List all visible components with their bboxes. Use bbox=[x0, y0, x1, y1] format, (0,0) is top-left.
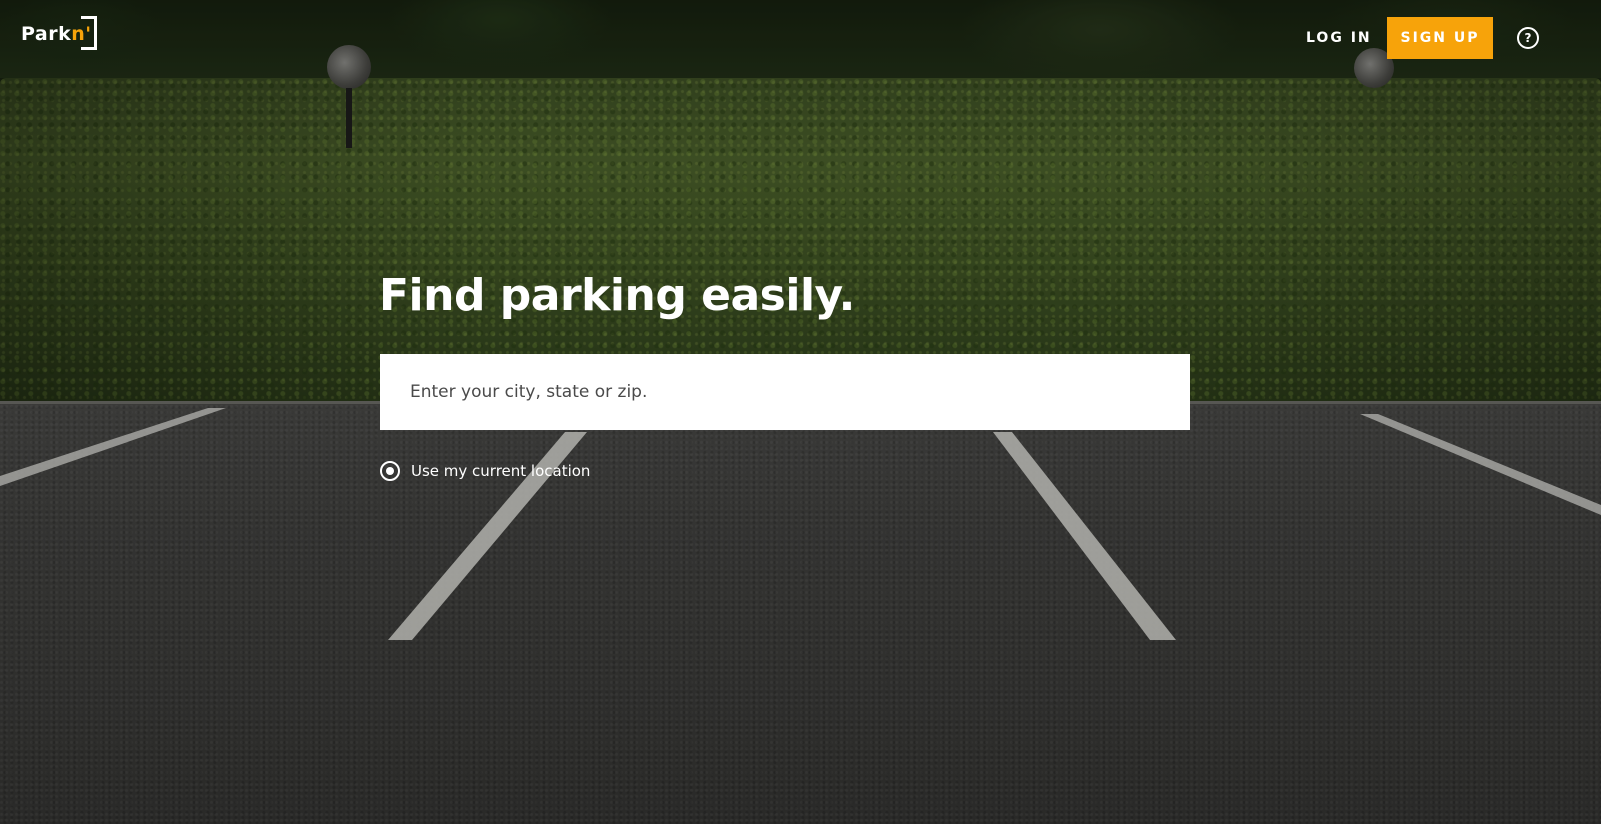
hero-title: Find parking easily. bbox=[379, 270, 855, 321]
site-header: Parkn' LOG IN SIGN UP ? bbox=[0, 0, 1601, 76]
location-radio-icon[interactable] bbox=[380, 461, 400, 481]
signup-button[interactable]: SIGN UP bbox=[1387, 17, 1493, 59]
brand-logo[interactable]: Parkn' bbox=[21, 16, 97, 52]
logo-text: Parkn' bbox=[21, 23, 92, 45]
login-link[interactable]: LOG IN bbox=[1306, 26, 1372, 50]
use-current-location-option[interactable]: Use my current location bbox=[380, 460, 590, 482]
radio-selected-dot bbox=[386, 467, 394, 475]
help-glyph: ? bbox=[1524, 31, 1532, 45]
use-current-location-label: Use my current location bbox=[411, 462, 591, 480]
location-search-input[interactable] bbox=[380, 354, 1190, 430]
logo-text-accent: n' bbox=[71, 23, 92, 45]
search-box bbox=[380, 354, 1190, 430]
help-circle-icon[interactable]: ? bbox=[1517, 27, 1539, 49]
page: Parkn' LOG IN SIGN UP ? Find parking eas… bbox=[0, 0, 1601, 824]
logo-text-main: Park bbox=[21, 23, 72, 45]
